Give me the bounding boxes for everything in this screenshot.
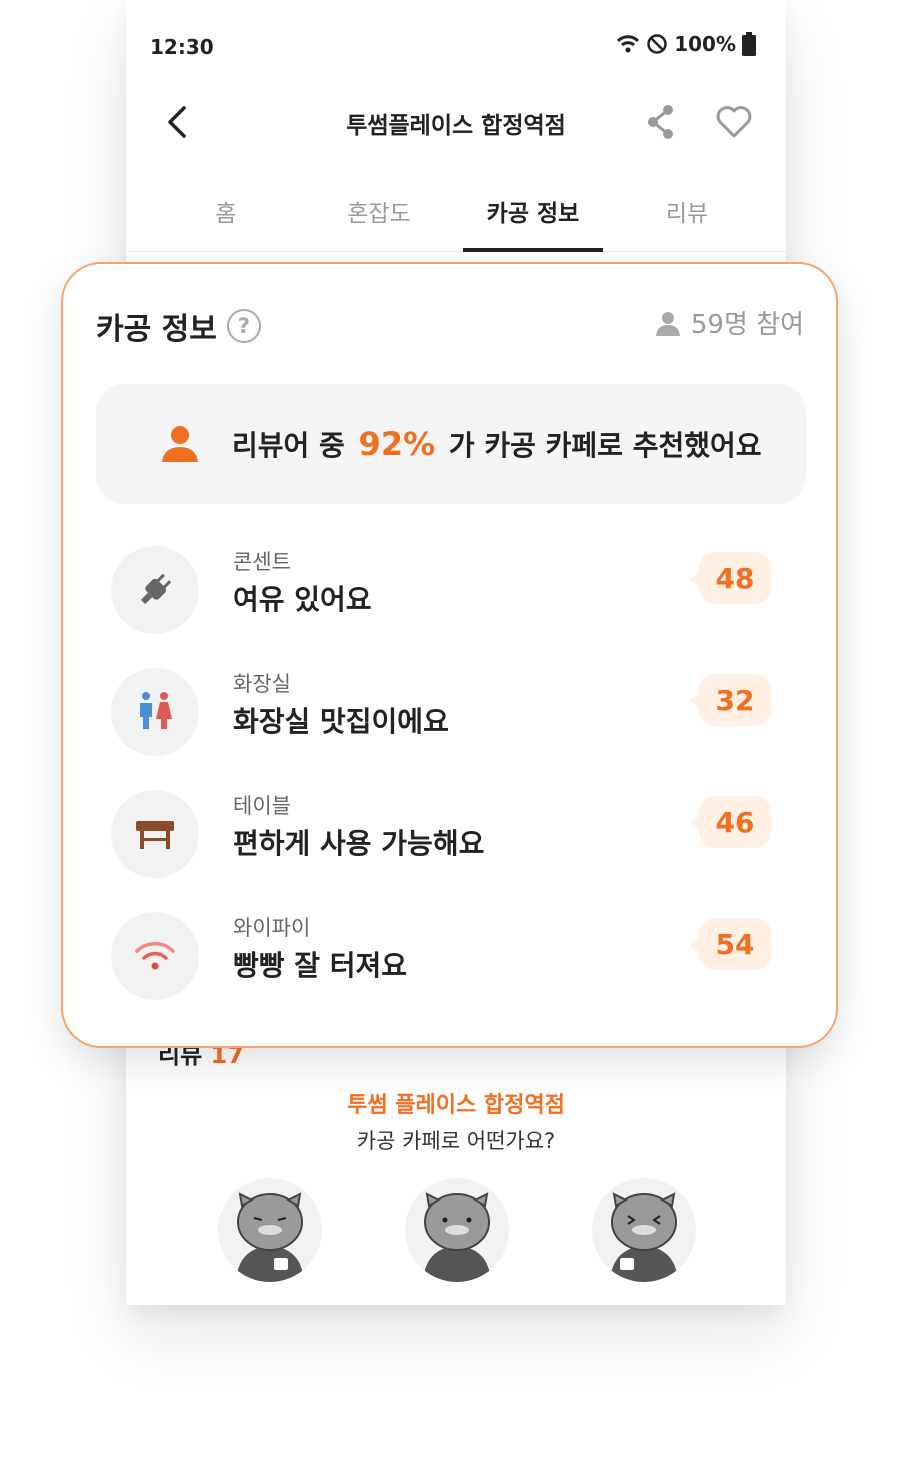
thumbs-up-mascot-icon: [610, 1192, 678, 1282]
status-icons: 100%: [616, 32, 756, 56]
tab-review[interactable]: 리뷰: [612, 194, 762, 228]
info-item-table: 테이블 편하게 사용 가능해요 46: [111, 790, 791, 880]
recommend-percent: 92%: [358, 425, 436, 463]
status-time: 12:30: [150, 35, 214, 59]
item-count-badge: 48: [689, 552, 771, 604]
table-icon-wrap: [111, 790, 199, 878]
item-count-badge: 54: [689, 918, 771, 970]
wifi-icon-wrap: [111, 912, 199, 1000]
plug-icon: [140, 573, 172, 605]
neutral-mascot-button[interactable]: [405, 1178, 509, 1282]
card-title-text: 카공 정보: [96, 312, 217, 347]
summary-prefix: 리뷰어 중: [232, 429, 345, 462]
recommend-summary-text: 리뷰어 중 92% 가 카공 카페로 추천했어요: [232, 424, 762, 464]
info-item-restroom: 화장실 화장실 맛집이에요 32: [111, 668, 791, 758]
item-description: 여유 있어요: [233, 583, 372, 616]
item-category: 와이파이: [233, 916, 311, 940]
wifi-icon: [135, 942, 175, 970]
status-bar: 12:30 100%: [126, 0, 786, 80]
do-not-disturb-icon: [647, 34, 667, 54]
battery-icon: [742, 32, 756, 56]
tab-bar: 홈 혼잡도 카공 정보 리뷰: [126, 170, 786, 252]
share-icon[interactable]: [644, 102, 678, 142]
item-category: 콘센트: [233, 550, 291, 574]
item-description: 편하게 사용 가능해요: [233, 827, 485, 860]
item-description: 빵빵 잘 터져요: [233, 949, 408, 982]
restroom-icon: [140, 692, 172, 729]
person-icon: [655, 311, 680, 336]
summary-suffix: 가 카공 카페로 추천했어요: [448, 429, 762, 462]
review-question: 카공 카페로 어떤가요?: [356, 1129, 556, 1153]
participants-text: 59명 참여: [690, 310, 804, 340]
battery-percent: 100%: [674, 32, 736, 56]
thumbs-down-mascot-icon: [236, 1192, 304, 1282]
wifi-status-icon: [617, 35, 640, 53]
restroom-icon-wrap: [111, 668, 199, 756]
tab-congestion[interactable]: 혼잡도: [304, 194, 454, 228]
reviewer-person-icon: [162, 426, 198, 462]
item-count-badge: 32: [689, 674, 771, 726]
recommend-summary: 리뷰어 중 92% 가 카공 카페로 추천했어요: [96, 384, 806, 504]
tab-home[interactable]: 홈: [151, 194, 301, 228]
item-description: 화장실 맛집이에요: [233, 705, 449, 738]
item-count-badge: 46: [689, 796, 771, 848]
app-header: 투썸플레이스 합정역점: [126, 80, 786, 170]
table-icon: [136, 821, 174, 849]
neutral-mascot-icon: [423, 1192, 491, 1282]
study-info-card: 카공 정보 ? 59명 참여 리뷰어 중 92% 가 카공 카페로 추천했어요: [61, 262, 838, 1048]
question-circle-icon[interactable]: ?: [226, 309, 261, 343]
item-category: 화장실: [233, 672, 291, 696]
card-title: 카공 정보 ?: [96, 304, 261, 348]
favorite-heart-icon[interactable]: [714, 102, 754, 142]
participants-count: 59명 참여: [655, 304, 804, 341]
thumbs-down-mascot-button[interactable]: [218, 1178, 322, 1282]
thumbs-up-mascot-button[interactable]: [592, 1178, 696, 1282]
page-title: 투썸플레이스 합정역점: [346, 113, 566, 139]
info-item-outlet: 콘센트 여유 있어요 48: [111, 546, 791, 636]
outlet-icon-wrap: [111, 546, 199, 634]
info-item-wifi: 와이파이 빵빵 잘 터져요 54: [111, 912, 791, 1002]
item-category: 테이블: [233, 794, 291, 818]
review-place-name: 투썸 플레이스 합정역점: [347, 1093, 565, 1118]
tab-study-info[interactable]: 카공 정보: [458, 194, 608, 228]
active-tab-indicator: [463, 248, 603, 252]
